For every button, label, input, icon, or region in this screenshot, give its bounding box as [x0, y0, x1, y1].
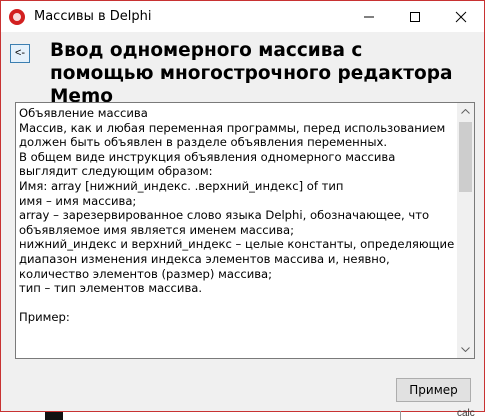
- close-button[interactable]: [438, 1, 484, 32]
- minimize-button[interactable]: [346, 1, 392, 32]
- memo-text[interactable]: Объявление массива Массив, как и любая п…: [19, 106, 456, 356]
- scroll-thumb[interactable]: [459, 122, 472, 192]
- scroll-down-button[interactable]: [457, 341, 474, 358]
- app-icon: [9, 9, 25, 25]
- page-title: Ввод одномерного массива с помощью много…: [50, 40, 453, 107]
- scroll-up-button[interactable]: [457, 103, 474, 120]
- window-title: Массивы в Delphi: [34, 9, 152, 24]
- example-button[interactable]: Пример: [396, 378, 471, 402]
- minimize-icon: [364, 16, 374, 18]
- chevron-down-icon: [461, 347, 470, 352]
- background-window: [0, 412, 485, 420]
- background-label: calc: [457, 408, 475, 419]
- memo-editor[interactable]: Объявление массива Массив, как и любая п…: [15, 102, 475, 359]
- close-icon: [455, 11, 467, 23]
- background-element: [45, 412, 63, 420]
- background-divider: [400, 411, 401, 420]
- vertical-scrollbar[interactable]: [457, 103, 474, 358]
- back-button[interactable]: <-: [10, 44, 30, 63]
- maximize-icon: [410, 12, 420, 22]
- title-bar[interactable]: Массивы в Delphi: [1, 1, 484, 32]
- chevron-up-icon: [461, 109, 470, 114]
- main-window: Массивы в Delphi <- Ввод одномерного мас…: [0, 0, 485, 412]
- maximize-button[interactable]: [392, 1, 438, 32]
